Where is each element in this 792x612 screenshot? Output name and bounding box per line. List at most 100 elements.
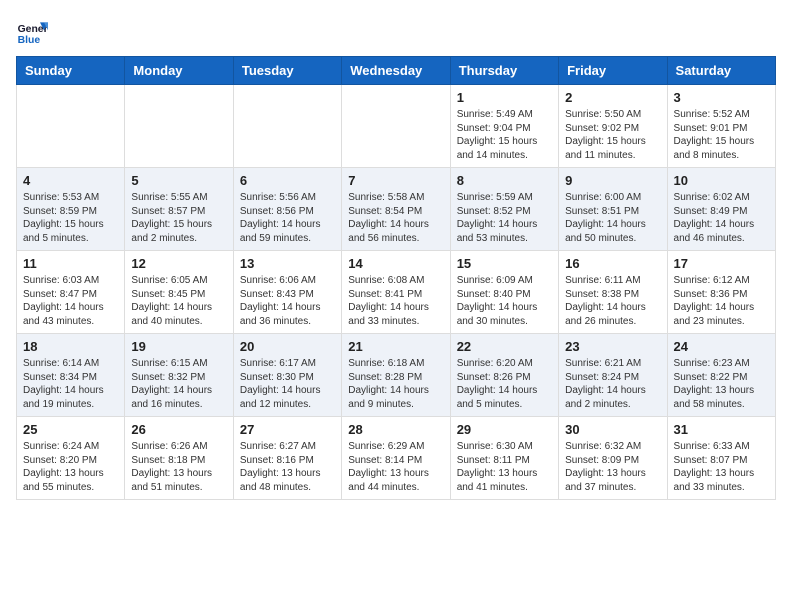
day-number: 20 [240, 339, 335, 354]
cell-info: Sunrise: 5:59 AM Sunset: 8:52 PM Dayligh… [457, 191, 552, 245]
day-number: 16 [565, 256, 660, 271]
column-header-sunday: Sunday [17, 57, 125, 85]
day-number: 11 [23, 256, 118, 271]
day-number: 19 [131, 339, 226, 354]
cell-info: Sunrise: 6:05 AM Sunset: 8:45 PM Dayligh… [131, 274, 226, 328]
calendar-cell: 22Sunrise: 6:20 AM Sunset: 8:26 PM Dayli… [450, 334, 558, 417]
logo-icon: General Blue [16, 16, 48, 48]
cell-info: Sunrise: 6:24 AM Sunset: 8:20 PM Dayligh… [23, 440, 118, 494]
calendar-cell: 17 Sunrise: 6:12 AM Sunset: 8:36 PM Dayli… [667, 251, 775, 334]
calendar-header-row: SundayMondayTuesdayWednesdayThursdayFrid… [17, 57, 776, 85]
column-header-monday: Monday [125, 57, 233, 85]
cell-info: Sunrise: 5:52 AM Sunset: 9:01 PM Dayligh… [674, 108, 769, 162]
day-number: 7 [348, 173, 443, 188]
calendar-cell: 6Sunrise: 5:56 AM Sunset: 8:56 PM Daylig… [233, 168, 341, 251]
calendar-cell: 13Sunrise: 6:06 AM Sunset: 8:43 PM Dayli… [233, 251, 341, 334]
cell-info: Sunrise: 6:00 AM Sunset: 8:51 PM Dayligh… [565, 191, 660, 245]
day-number: 12 [131, 256, 226, 271]
calendar-week-row: 4Sunrise: 5:53 AM Sunset: 8:59 PM Daylig… [17, 168, 776, 251]
calendar-cell: 15 Sunrise: 6:09 AM Sunset: 8:40 PM Dayli… [450, 251, 558, 334]
calendar-cell: 16 Sunrise: 6:11 AM Sunset: 8:38 PM Dayli… [559, 251, 667, 334]
day-number: 3 [674, 90, 769, 105]
svg-text:Blue: Blue [18, 35, 41, 46]
day-number: 9 [565, 173, 660, 188]
calendar-cell: 8 Sunrise: 5:59 AM Sunset: 8:52 PM Daylig… [450, 168, 558, 251]
day-number: 27 [240, 422, 335, 437]
calendar-cell [17, 85, 125, 168]
cell-info: Sunrise: 5:56 AM Sunset: 8:56 PM Dayligh… [240, 191, 335, 245]
calendar-week-row: 11 Sunrise: 6:03 AM Sunset: 8:47 PM Dayli… [17, 251, 776, 334]
day-number: 23 [565, 339, 660, 354]
day-number: 30 [565, 422, 660, 437]
column-header-saturday: Saturday [667, 57, 775, 85]
calendar-cell: 18 Sunrise: 6:14 AM Sunset: 8:34 PM Dayli… [17, 334, 125, 417]
cell-info: Sunrise: 5:53 AM Sunset: 8:59 PM Dayligh… [23, 191, 118, 245]
calendar-cell: 9 Sunrise: 6:00 AM Sunset: 8:51 PM Daylig… [559, 168, 667, 251]
cell-info: Sunrise: 5:49 AM Sunset: 9:04 PM Dayligh… [457, 108, 552, 162]
day-number: 26 [131, 422, 226, 437]
day-number: 29 [457, 422, 552, 437]
calendar-week-row: 25 Sunrise: 6:24 AM Sunset: 8:20 PM Dayli… [17, 417, 776, 500]
cell-info: Sunrise: 6:15 AM Sunset: 8:32 PM Dayligh… [131, 357, 226, 411]
calendar-cell: 5 Sunrise: 5:55 AM Sunset: 8:57 PM Daylig… [125, 168, 233, 251]
cell-info: Sunrise: 6:03 AM Sunset: 8:47 PM Dayligh… [23, 274, 118, 328]
cell-info: Sunrise: 6:21 AM Sunset: 8:24 PM Dayligh… [565, 357, 660, 411]
day-number: 15 [457, 256, 552, 271]
calendar-cell [125, 85, 233, 168]
calendar-cell: 12 Sunrise: 6:05 AM Sunset: 8:45 PM Dayli… [125, 251, 233, 334]
cell-info: Sunrise: 6:12 AM Sunset: 8:36 PM Dayligh… [674, 274, 769, 328]
day-number: 5 [131, 173, 226, 188]
calendar-cell: 25 Sunrise: 6:24 AM Sunset: 8:20 PM Dayli… [17, 417, 125, 500]
cell-info: Sunrise: 6:14 AM Sunset: 8:34 PM Dayligh… [23, 357, 118, 411]
day-number: 13 [240, 256, 335, 271]
calendar-cell: 3 Sunrise: 5:52 AM Sunset: 9:01 PM Daylig… [667, 85, 775, 168]
column-header-tuesday: Tuesday [233, 57, 341, 85]
cell-info: Sunrise: 6:23 AM Sunset: 8:22 PM Dayligh… [674, 357, 769, 411]
cell-info: Sunrise: 6:02 AM Sunset: 8:49 PM Dayligh… [674, 191, 769, 245]
calendar-cell: 23 Sunrise: 6:21 AM Sunset: 8:24 PM Dayli… [559, 334, 667, 417]
cell-info: Sunrise: 5:55 AM Sunset: 8:57 PM Dayligh… [131, 191, 226, 245]
calendar-cell: 26 Sunrise: 6:26 AM Sunset: 8:18 PM Dayli… [125, 417, 233, 500]
calendar-cell: 10Sunrise: 6:02 AM Sunset: 8:49 PM Dayli… [667, 168, 775, 251]
calendar-cell: 2 Sunrise: 5:50 AM Sunset: 9:02 PM Daylig… [559, 85, 667, 168]
cell-info: Sunrise: 6:08 AM Sunset: 8:41 PM Dayligh… [348, 274, 443, 328]
calendar-cell: 31Sunrise: 6:33 AM Sunset: 8:07 PM Dayli… [667, 417, 775, 500]
cell-info: Sunrise: 6:26 AM Sunset: 8:18 PM Dayligh… [131, 440, 226, 494]
calendar-cell: 1 Sunrise: 5:49 AM Sunset: 9:04 PM Daylig… [450, 85, 558, 168]
column-header-friday: Friday [559, 57, 667, 85]
day-number: 22 [457, 339, 552, 354]
cell-info: Sunrise: 5:58 AM Sunset: 8:54 PM Dayligh… [348, 191, 443, 245]
cell-info: Sunrise: 6:11 AM Sunset: 8:38 PM Dayligh… [565, 274, 660, 328]
calendar-table: SundayMondayTuesdayWednesdayThursdayFrid… [16, 56, 776, 500]
cell-info: Sunrise: 6:27 AM Sunset: 8:16 PM Dayligh… [240, 440, 335, 494]
day-number: 31 [674, 422, 769, 437]
calendar-cell [233, 85, 341, 168]
cell-info: Sunrise: 6:32 AM Sunset: 8:09 PM Dayligh… [565, 440, 660, 494]
day-number: 25 [23, 422, 118, 437]
calendar-cell: 4Sunrise: 5:53 AM Sunset: 8:59 PM Daylig… [17, 168, 125, 251]
calendar-cell: 14 Sunrise: 6:08 AM Sunset: 8:41 PM Dayli… [342, 251, 450, 334]
cell-info: Sunrise: 6:29 AM Sunset: 8:14 PM Dayligh… [348, 440, 443, 494]
cell-info: Sunrise: 6:17 AM Sunset: 8:30 PM Dayligh… [240, 357, 335, 411]
day-number: 17 [674, 256, 769, 271]
day-number: 8 [457, 173, 552, 188]
column-header-thursday: Thursday [450, 57, 558, 85]
calendar-cell [342, 85, 450, 168]
cell-info: Sunrise: 6:09 AM Sunset: 8:40 PM Dayligh… [457, 274, 552, 328]
day-number: 24 [674, 339, 769, 354]
calendar-week-row: 18 Sunrise: 6:14 AM Sunset: 8:34 PM Dayli… [17, 334, 776, 417]
calendar-cell: 19 Sunrise: 6:15 AM Sunset: 8:32 PM Dayli… [125, 334, 233, 417]
day-number: 21 [348, 339, 443, 354]
calendar-cell: 30 Sunrise: 6:32 AM Sunset: 8:09 PM Dayli… [559, 417, 667, 500]
day-number: 14 [348, 256, 443, 271]
calendar-cell: 20 Sunrise: 6:17 AM Sunset: 8:30 PM Dayli… [233, 334, 341, 417]
calendar-cell: 29Sunrise: 6:30 AM Sunset: 8:11 PM Dayli… [450, 417, 558, 500]
day-number: 18 [23, 339, 118, 354]
column-header-wednesday: Wednesday [342, 57, 450, 85]
day-number: 2 [565, 90, 660, 105]
logo: General Blue [16, 16, 48, 48]
cell-info: Sunrise: 6:18 AM Sunset: 8:28 PM Dayligh… [348, 357, 443, 411]
calendar-cell: 11 Sunrise: 6:03 AM Sunset: 8:47 PM Dayli… [17, 251, 125, 334]
cell-info: Sunrise: 5:50 AM Sunset: 9:02 PM Dayligh… [565, 108, 660, 162]
day-number: 1 [457, 90, 552, 105]
